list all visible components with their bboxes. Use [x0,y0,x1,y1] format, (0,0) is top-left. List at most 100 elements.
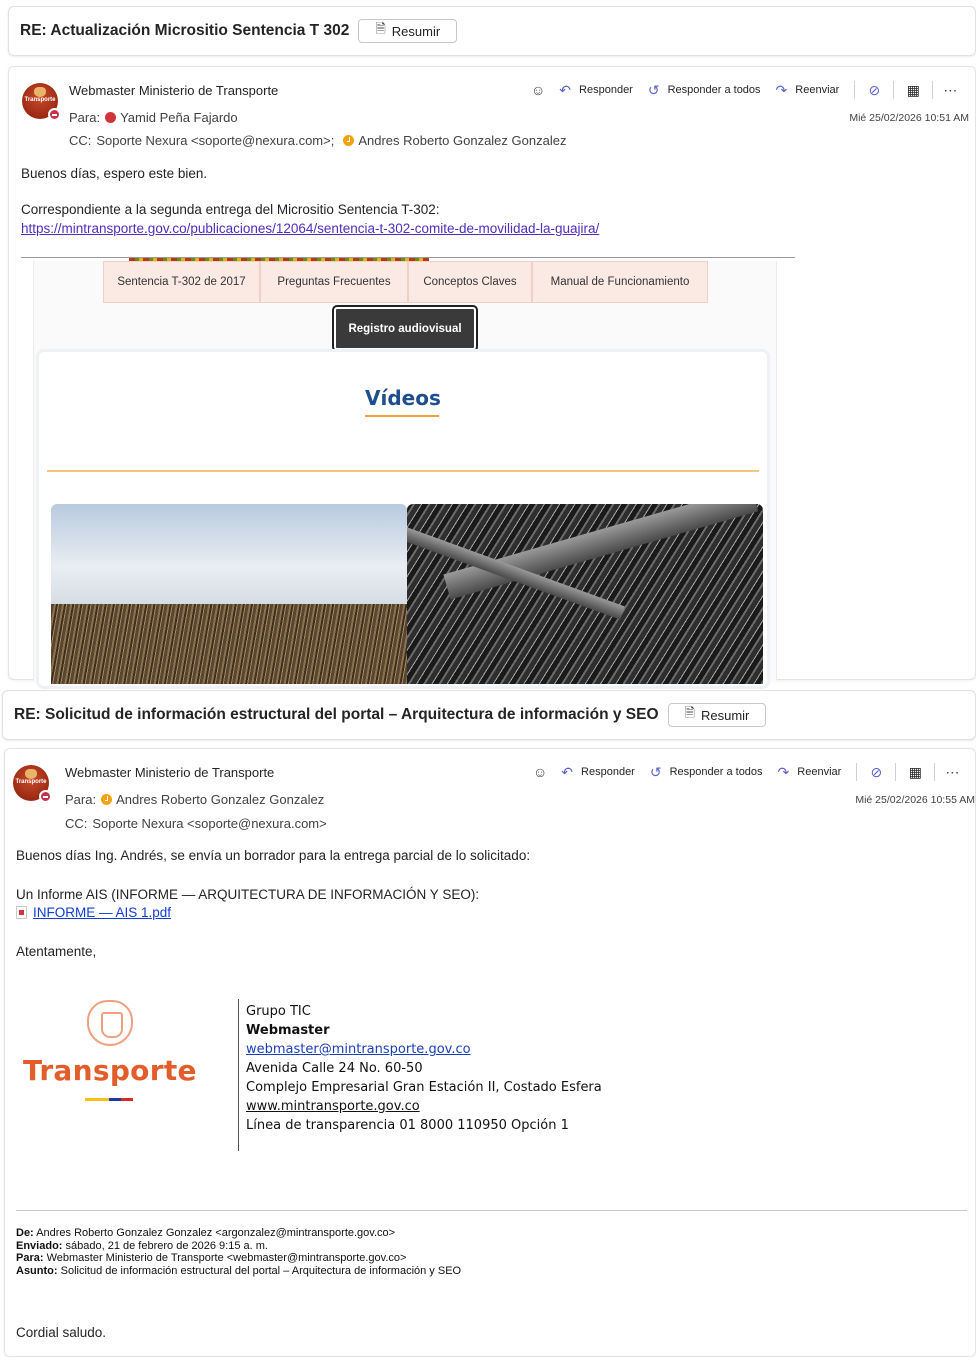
sender-avatar[interactable]: Transporte [22,83,61,121]
attachment-name[interactable]: INFORME — AIS 1.pdf [33,905,171,920]
cc-recipient[interactable]: Soporte Nexura <soporte@nexura.com> [92,816,326,831]
sig-website[interactable]: www.mintransporte.gov.co [246,1097,602,1116]
reply-all-label: Responder a todos [669,766,763,778]
sig-email-link[interactable]: webmaster@mintransporte.gov.co [246,1042,471,1057]
quoted-sent: sábado, 21 de febrero de 2026 9:15 a. m. [65,1239,268,1252]
sig-address2: Complejo Empresarial Gran Estación II, C… [246,1080,602,1095]
sig-title: Webmaster [246,1023,330,1038]
crest-icon [25,769,37,779]
videos-underline [365,415,439,417]
attachment-link[interactable]: INFORME — AIS 1.pdf [16,905,171,920]
reply-all-arrow-icon: ↺ [647,81,660,98]
site-tab-preguntas: Preguntas Frecuentes [260,261,408,303]
reply-label: Responder [581,766,635,778]
to-recipient[interactable]: Andres Roberto Gonzalez Gonzalez [116,792,324,807]
site-tab-registro: Registro audiovisual [332,305,478,352]
email2-resumir-label: Resumir [700,707,750,723]
divider [854,81,856,99]
email2-resumir-button[interactable]: 🗎 Resumir [667,703,767,727]
emoji-icon[interactable]: ☺ [533,764,547,780]
quoted-subject-row: Asunto: Solicitud de información estruct… [16,1265,461,1278]
quoted-to-row: Para: Webmaster Ministerio de Transporte… [16,1252,461,1265]
quoted-sent-row: Enviado: sábado, 21 de febrero de 2026 9… [16,1240,461,1253]
quoted-divider [16,1210,967,1211]
quoted-subject: Solicitud de información estructural del… [60,1264,462,1277]
signature-block: Grupo TIC Webmaster webmaster@mintranspo… [246,1002,602,1135]
cc-label: CC: [65,816,88,831]
site-tab-conceptos: Conceptos Claves [408,261,532,303]
divider [934,763,936,781]
divider [932,81,934,99]
body-line: Correspondiente a la segunda entrega del… [21,202,440,217]
to-recipient[interactable]: Yamid Peña Fajardo [120,110,238,125]
sig-website-link[interactable]: www.mintransporte.gov.co [246,1099,420,1114]
to-label: Para: [69,110,101,125]
divider [895,763,897,781]
email2-subject-bar: RE: Solicitud de información estructural… [2,690,976,740]
reply-all-arrow-icon: ↺ [649,763,662,780]
microsite-url[interactable]: https://mintransporte.gov.co/publicacion… [21,221,599,236]
loop-icon[interactable]: ⊘ [865,81,883,99]
loop-icon[interactable]: ⊘ [867,763,885,781]
quoted-subject-label: Asunto: [16,1264,58,1277]
to-label: Para: [65,792,97,807]
cc-recipient-2[interactable]: Andres Roberto Gonzalez Gonzalez [358,133,566,148]
sig-email[interactable]: webmaster@mintransporte.gov.co [246,1040,602,1059]
coat-of-arms-icon [87,1000,133,1046]
sig-address1: Avenida Calle 24 No. 60-50 [246,1061,423,1076]
presence-busy-icon [39,790,52,803]
microsite-screenshot: Sentencia T-302 de 2017 Preguntas Frecue… [33,261,777,689]
summarize-icon: 🗎 [375,21,386,36]
to-row: Para: Andres Roberto Gonzalez Gonzalez [65,792,324,807]
cc-recipient[interactable]: Soporte Nexura <soporte@nexura.com>; [96,133,334,148]
videos-panel: Vídeos [36,349,770,689]
crest-icon [34,87,46,97]
forward-label: Reenviar [797,766,842,778]
divider [893,81,895,99]
reply-all-button[interactable]: ↺ Responder a todos [650,764,763,781]
quoted-to-label: Para: [16,1252,44,1265]
orange-divider [47,470,759,472]
emoji-icon[interactable]: ☺ [531,82,545,98]
forward-button[interactable]: ↷ Reenviar [778,764,842,781]
email1-resumir-button[interactable]: 🗎 Resumir [358,19,458,43]
forward-button[interactable]: ↷ Reenviar [776,82,840,99]
sender-avatar[interactable]: Transporte [13,765,52,803]
avatar-text: Transporte [15,779,47,785]
cordial-saludo: Cordial saludo. [16,1325,107,1340]
more-ellipsis-icon[interactable]: ⋯ [945,764,959,781]
cc-row: CC: Soporte Nexura <soporte@nexura.com>;… [69,133,566,148]
pdf-file-icon [16,906,27,919]
cc-row: CC: Soporte Nexura <soporte@nexura.com> [65,816,327,831]
timestamp: Mié 25/02/2026 10:51 AM [849,112,969,124]
forward-arrow-icon: ↷ [775,81,788,98]
video-thumbnail-2 [407,504,763,684]
reply-button[interactable]: ↶ Responder [559,82,633,99]
sig-group: Grupo TIC [246,1004,311,1019]
site-tab-sentencia: Sentencia T-302 de 2017 [103,261,260,303]
forward-arrow-icon: ↷ [777,763,790,780]
more-ellipsis-icon[interactable]: ⋯ [943,82,957,99]
body-greeting: Buenos días, espero este bien. [21,166,208,181]
presence-busy-icon [105,112,117,123]
quoted-from-row: De: Andres Roberto Gonzalez Gonzalez <ar… [16,1227,461,1240]
forward-label: Reenviar [795,84,840,96]
sig-phone: Línea de transparencia 01 8000 110950 Op… [246,1118,569,1133]
avatar-text: Transporte [24,97,56,103]
divider [856,763,858,781]
sender-name[interactable]: Webmaster Ministerio de Transporte [69,83,278,98]
colombia-flag-bar [85,1098,133,1101]
apps-grid-icon[interactable]: ▦ [906,763,924,781]
apps-grid-icon[interactable]: ▦ [904,81,922,99]
closing: Atentamente, [16,944,97,959]
reply-button[interactable]: ↶ Responder [561,764,635,781]
reply-arrow-icon: ↶ [559,81,572,98]
reply-arrow-icon: ↶ [561,763,574,780]
timestamp: Mié 25/02/2026 10:55 AM [855,794,975,806]
email2-message-card: Transporte Webmaster Ministerio de Trans… [4,748,976,1357]
microsite-link[interactable]: https://mintransporte.gov.co/publicacion… [21,221,599,236]
to-row: Para: Yamid Peña Fajardo [69,110,238,125]
sender-name[interactable]: Webmaster Ministerio de Transporte [65,765,274,780]
reply-all-button[interactable]: ↺ Responder a todos [648,82,761,99]
body-greeting: Buenos días Ing. Andrés, se envía un bor… [16,848,531,863]
